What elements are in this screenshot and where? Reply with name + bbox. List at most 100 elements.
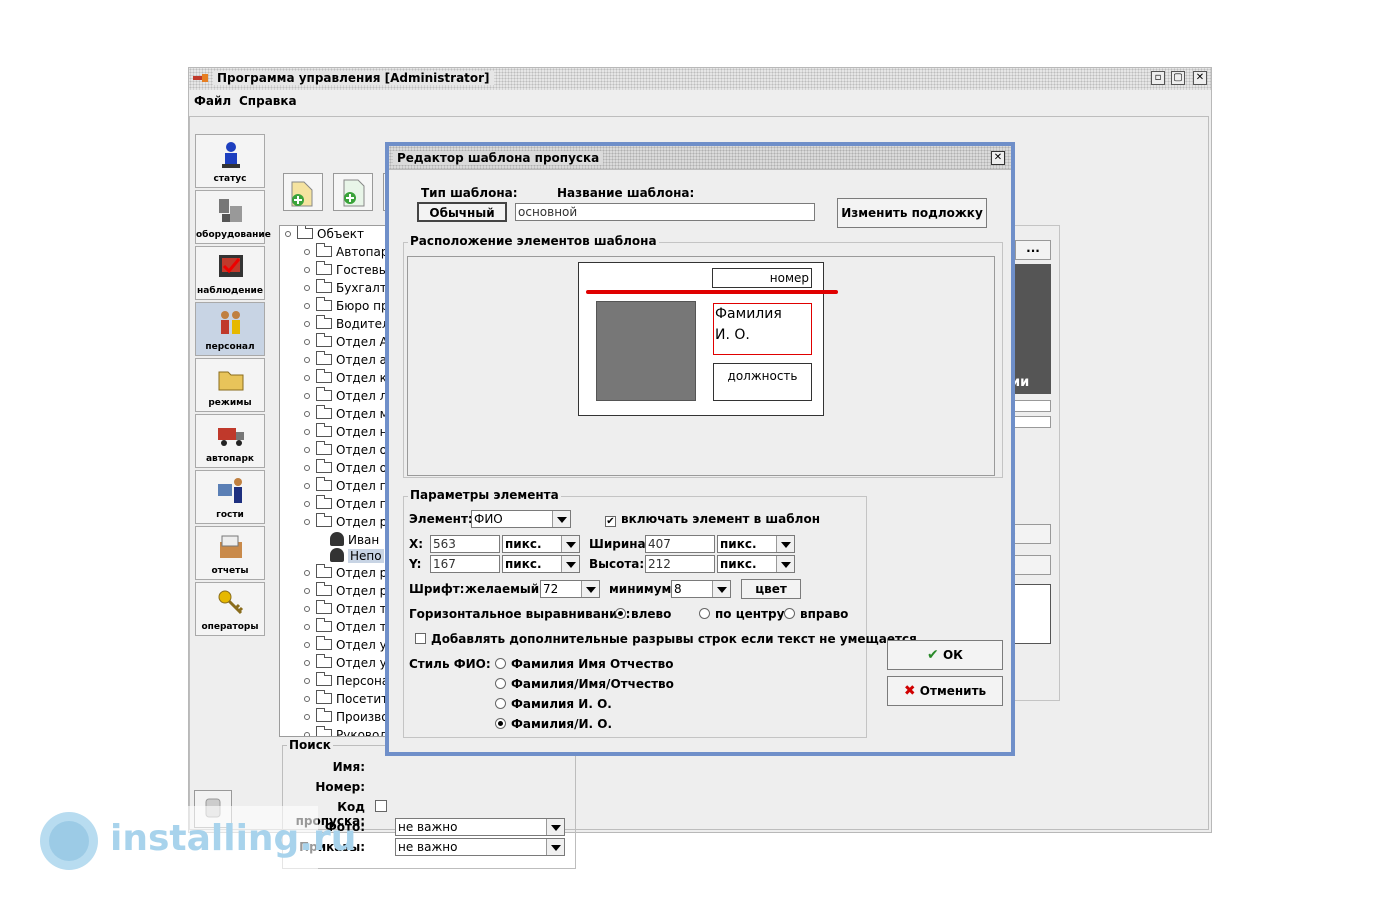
menu-help[interactable]: Справка [239, 94, 297, 108]
expand-node-icon[interactable] [304, 339, 310, 345]
sidebar-item-status[interactable]: статус [195, 134, 265, 188]
position-element[interactable]: должность [713, 363, 812, 401]
orders-select[interactable]: не важно [395, 838, 565, 856]
expand-node-icon[interactable] [304, 732, 310, 736]
chevron-down-icon [776, 536, 794, 552]
expand-node-icon[interactable] [304, 411, 310, 417]
tree-item-label: Непо [348, 549, 384, 563]
color-button[interactable]: цвет [741, 579, 801, 599]
template-name-input[interactable]: основной [515, 203, 815, 221]
expand-node-icon[interactable] [304, 588, 310, 594]
menu-file[interactable]: Файл [194, 94, 231, 108]
sidebar-item-modes[interactable]: режимы [195, 358, 265, 412]
add-person-button[interactable] [333, 173, 373, 211]
sidebar-item-monitoring[interactable]: наблюдение [195, 246, 265, 300]
expand-node-icon[interactable] [304, 606, 310, 612]
height-unit-select[interactable]: пикс. [717, 555, 795, 573]
fio-style-radio-2[interactable]: Фамилия/Имя/Отчество [495, 677, 674, 691]
template-canvas[interactable]: номер Фамилия И. О. должность [407, 256, 995, 476]
layout-group-label: Расположение элементов шаблона [408, 234, 659, 248]
expand-node-icon[interactable] [304, 714, 310, 720]
template-type-button[interactable]: Обычный [417, 202, 507, 222]
expand-node-icon[interactable] [304, 642, 310, 648]
photo-placeholder[interactable] [596, 301, 696, 401]
width-input[interactable]: 407 [645, 535, 715, 553]
height-input[interactable]: 212 [645, 555, 715, 573]
ok-button[interactable]: ✔ ОК [887, 640, 1003, 670]
expand-node-icon[interactable] [304, 501, 310, 507]
wrap-lines-label: Добавлять дополнительные разрывы строк е… [431, 632, 917, 646]
maximize-icon[interactable]: ▢ [1171, 71, 1185, 85]
expand-node-icon[interactable] [304, 624, 310, 630]
fio-style-radio-1[interactable]: Фамилия Имя Отчество [495, 657, 673, 671]
expand-node-icon[interactable] [304, 375, 310, 381]
photo-select[interactable]: не важно [395, 818, 565, 836]
expand-node-icon[interactable] [304, 696, 310, 702]
template-name-label: Название шаблона: [557, 186, 695, 200]
browse-button[interactable]: ... [1015, 240, 1051, 260]
expand-node-icon[interactable] [304, 429, 310, 435]
fio-element[interactable]: Фамилия И. О. [713, 303, 812, 355]
expand-node-icon[interactable] [304, 519, 310, 525]
tree-person-item[interactable]: Иван [330, 531, 379, 550]
tree-item[interactable]: Отдел ра [304, 513, 395, 533]
folder-icon [218, 371, 244, 391]
width-unit-select[interactable]: пикс. [717, 535, 795, 553]
change-background-button[interactable]: Изменить подложку [837, 198, 987, 228]
number-element[interactable]: номер [712, 268, 812, 288]
sidebar-item-label: наблюдение [197, 286, 263, 296]
minimize-icon[interactable]: ▫ [1151, 71, 1165, 85]
expand-node-icon[interactable] [304, 570, 310, 576]
cancel-x-icon: ✖ [903, 683, 916, 699]
x-input[interactable]: 563 [430, 535, 500, 553]
add-folder-button[interactable] [283, 173, 323, 211]
expand-node-icon[interactable] [304, 678, 310, 684]
close-icon[interactable]: ✕ [991, 151, 1005, 165]
expand-node-icon[interactable] [304, 357, 310, 363]
sidebar-item-equipment[interactable]: оборудование [195, 190, 271, 244]
fio-style-radio-3[interactable]: Фамилия И. О. [495, 697, 612, 711]
tree-person-item[interactable]: Непо [330, 548, 384, 566]
halign-right-radio[interactable]: вправо [784, 607, 848, 621]
expand-node-icon[interactable] [304, 483, 310, 489]
expand-node-icon[interactable] [304, 393, 310, 399]
sidebar-item-operators[interactable]: операторы [195, 582, 265, 636]
halign-left-radio[interactable]: влево [615, 607, 671, 621]
element-select[interactable]: ФИО [471, 510, 571, 528]
check-icon: ✔ [927, 647, 939, 663]
x-unit-select[interactable]: пикс. [502, 535, 580, 553]
folder-icon [316, 513, 332, 527]
expand-node-icon[interactable] [304, 285, 310, 291]
fio-style-radio-4[interactable]: Фамилия/И. О. [495, 717, 612, 731]
sidebar-item-guests[interactable]: гости [195, 470, 265, 524]
search-legend: Поиск [287, 738, 333, 752]
expand-node-icon[interactable] [304, 321, 310, 327]
sidebar-item-personnel[interactable]: персонал [195, 302, 265, 356]
folder-icon [316, 690, 332, 704]
y-input[interactable]: 167 [430, 555, 500, 573]
expand-node-icon[interactable] [304, 465, 310, 471]
expand-node-icon[interactable] [304, 660, 310, 666]
wrap-lines-checkbox[interactable]: Добавлять дополнительные разрывы строк е… [415, 632, 917, 646]
font-label: Шрифт: [409, 582, 465, 596]
tree-item[interactable]: Руковод [304, 726, 388, 736]
include-element-checkbox[interactable]: ✔ включать элемент в шаблон [605, 512, 820, 527]
cancel-button[interactable]: ✖ Отменить [887, 676, 1003, 706]
expand-node-icon[interactable] [304, 267, 310, 273]
radio-icon [495, 698, 506, 709]
font-min-select[interactable]: 8 [671, 580, 731, 598]
sidebar-item-reports[interactable]: отчеты [195, 526, 265, 580]
pass-code-checkbox[interactable] [375, 800, 387, 812]
fio-style-label-2: Фамилия/Имя/Отчество [511, 677, 674, 691]
include-element-label: включать элемент в шаблон [621, 512, 820, 526]
checkbox-icon [415, 633, 426, 644]
expand-node-icon[interactable] [304, 447, 310, 453]
halign-center-radio[interactable]: по центру [699, 607, 784, 621]
sidebar-item-fleet[interactable]: автопарк [195, 414, 265, 468]
font-desired-select[interactable]: 72 [540, 580, 600, 598]
close-icon[interactable]: ✕ [1193, 71, 1207, 85]
y-unit-select[interactable]: пикс. [502, 555, 580, 573]
reports-icon [220, 535, 242, 558]
expand-node-icon[interactable] [304, 303, 310, 309]
expand-node-icon[interactable] [304, 249, 310, 255]
